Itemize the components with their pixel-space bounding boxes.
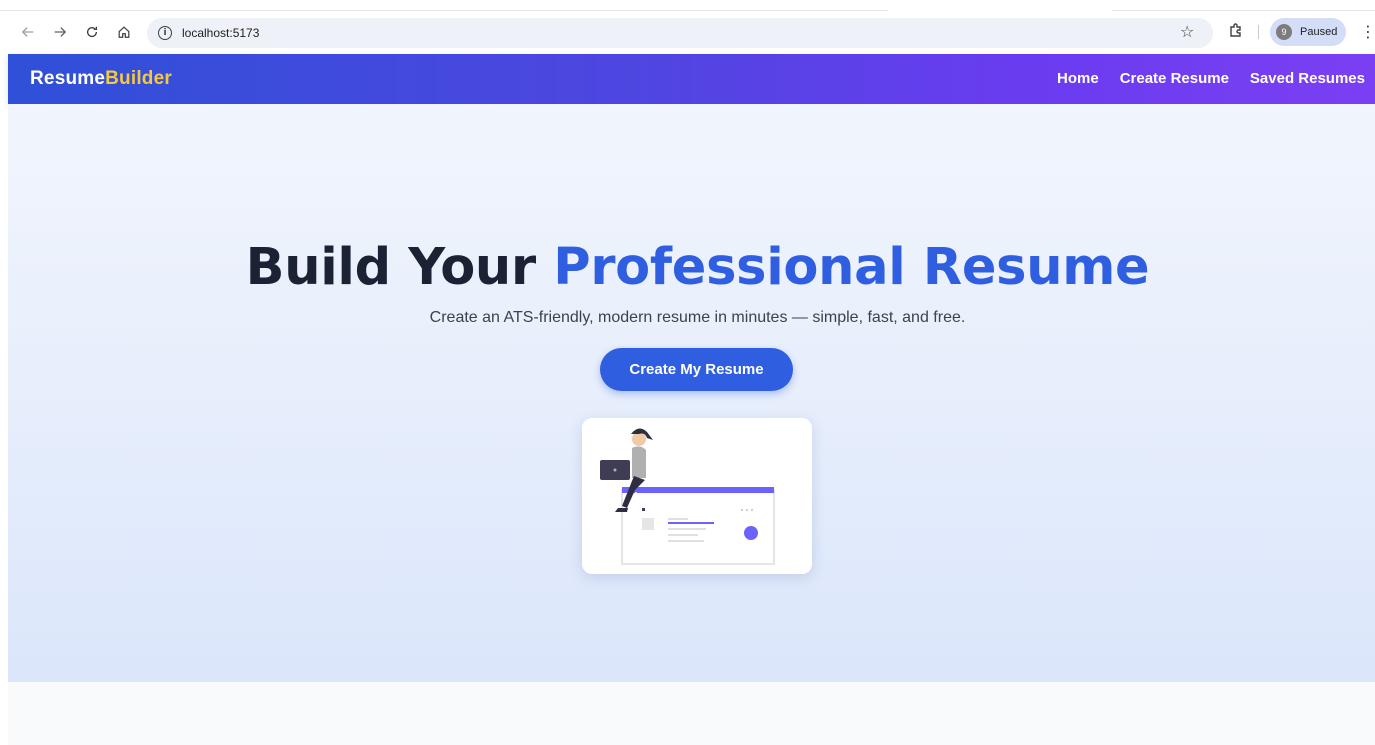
home-icon[interactable] — [114, 22, 134, 42]
create-my-resume-button[interactable]: Create My Resume — [600, 348, 793, 391]
extensions-icon[interactable] — [1227, 22, 1245, 40]
address-bar[interactable]: i localhost:5173 — [147, 18, 1213, 48]
hero-title-accent: Professional Resume — [553, 238, 1150, 297]
url-text: localhost:5173 — [182, 26, 260, 40]
kebab-menu-icon[interactable]: ⋮ — [1360, 22, 1375, 41]
app-header: ResumeBuilder Home Create Resume Saved R… — [8, 54, 1375, 104]
nav-home[interactable]: Home — [1057, 70, 1099, 87]
profile-status: Paused — [1300, 26, 1338, 38]
hero-title-part1: Build Your — [245, 238, 554, 297]
tab-strip-divider — [0, 10, 888, 11]
nav-create-resume[interactable]: Create Resume — [1120, 70, 1229, 87]
profile-button[interactable]: 9 Paused — [1270, 18, 1346, 46]
hero-illustration — [582, 418, 812, 574]
browser-toolbar: i localhost:5173 ☆ 9 Paused ⋮ — [0, 0, 1375, 52]
hero-subtitle: Create an ATS-friendly, modern resume in… — [429, 309, 966, 326]
nav-saved-resumes[interactable]: Saved Resumes — [1250, 70, 1365, 87]
hero-title: Build Your Professional Resume — [8, 238, 1375, 297]
toolbar-separator — [1258, 25, 1259, 39]
site-info-icon[interactable]: i — [158, 26, 172, 40]
brand-part-1: Resume — [30, 68, 106, 89]
hero-section: Build Your Professional Resume Create an… — [8, 104, 1375, 682]
back-icon[interactable] — [18, 22, 38, 42]
page-footer-area — [8, 682, 1375, 745]
bookmark-star-icon[interactable]: ☆ — [1180, 22, 1194, 42]
main-nav: Home Create Resume Saved Resumes — [1057, 70, 1365, 87]
brand-part-2: Builder — [105, 68, 172, 89]
person-laptop-illustration — [600, 428, 775, 565]
avatar: 9 — [1276, 24, 1292, 40]
brand-logo[interactable]: ResumeBuilder — [30, 68, 172, 90]
forward-icon[interactable] — [50, 22, 70, 42]
reload-icon[interactable] — [82, 22, 102, 42]
tab-strip-divider — [1112, 10, 1375, 11]
